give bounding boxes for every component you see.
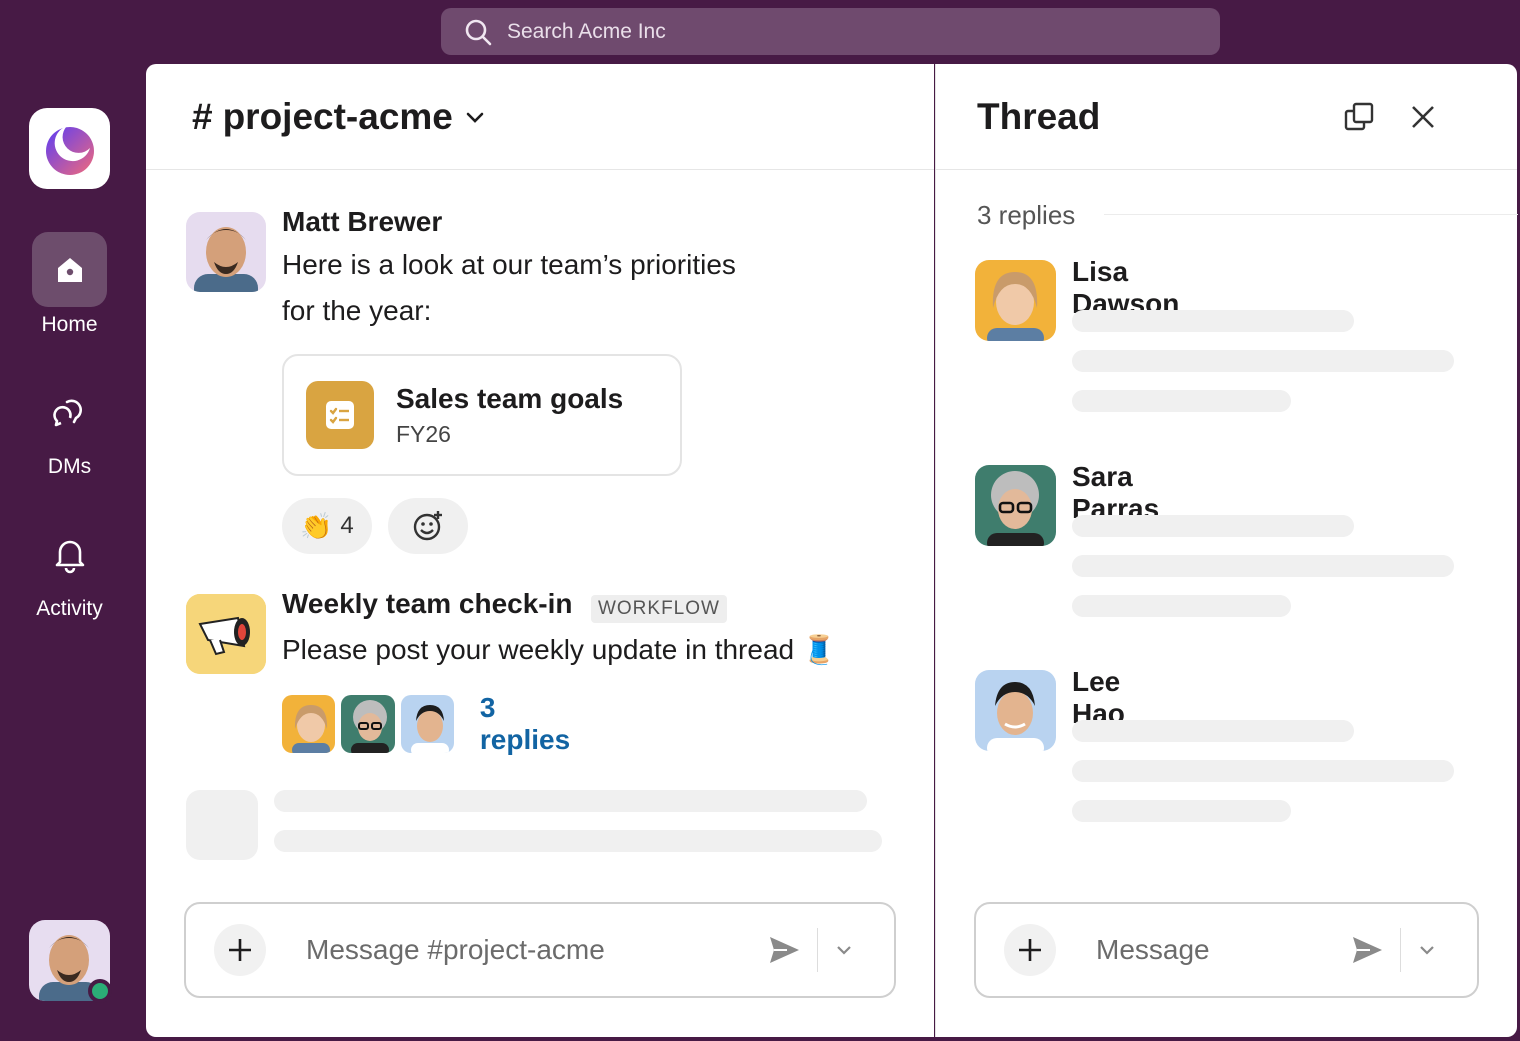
- current-user-avatar[interactable]: [29, 920, 112, 1012]
- skeleton-line: [1072, 310, 1354, 332]
- reactions: 👏 4: [282, 498, 468, 554]
- avatar-image: [186, 212, 266, 292]
- skeleton-line: [274, 790, 867, 812]
- thread-header: Thread: [936, 64, 1517, 170]
- rail-item-activity[interactable]: Activity: [0, 516, 139, 621]
- message-author[interactable]: Matt Brewer: [282, 206, 802, 238]
- avatar: [282, 695, 336, 753]
- add-attachment-button[interactable]: [1004, 924, 1056, 976]
- composer-placeholder: Message: [1096, 934, 1210, 965]
- skeleton-line: [1072, 720, 1354, 742]
- add-attachment-button[interactable]: [214, 924, 266, 976]
- workspace-logo-icon: [45, 125, 94, 175]
- card-subtitle: FY26: [396, 420, 451, 447]
- composer-placeholder: Message #project-acme: [306, 934, 605, 965]
- skeleton-line: [1072, 350, 1454, 372]
- plus-icon: [229, 939, 251, 961]
- channel-name: project-acme: [222, 95, 453, 137]
- card-title: Sales team goals: [396, 382, 624, 414]
- replies-link[interactable]: 3 replies: [480, 692, 584, 756]
- left-rail: Home DMs Activity: [0, 64, 145, 1041]
- thread-composer[interactable]: Message: [974, 902, 1479, 998]
- search-placeholder: Search Acme Inc: [507, 19, 666, 43]
- channel-hash: #: [192, 95, 213, 137]
- send-controls: [1350, 928, 1437, 972]
- dms-tile: [32, 374, 107, 449]
- reply-facepile[interactable]: 3 replies: [282, 692, 584, 756]
- message-body: Weekly team check-in WORKFLOW Please pos…: [282, 588, 902, 673]
- attachment-card[interactable]: Sales team goals FY26: [282, 354, 682, 476]
- message-text-line2: for the year:: [282, 295, 432, 326]
- search-bar[interactable]: Search Acme Inc: [441, 8, 1220, 55]
- avatar: [400, 695, 454, 753]
- avatar[interactable]: [186, 212, 266, 292]
- chevron-down-icon[interactable]: [1417, 940, 1437, 960]
- thread-actions: [1343, 101, 1437, 133]
- avatar[interactable]: [975, 670, 1056, 751]
- rail-label-home: Home: [41, 313, 98, 336]
- activity-tile: [32, 516, 107, 591]
- open-in-window-icon[interactable]: [1343, 101, 1375, 133]
- clap-emoji: 👏: [300, 510, 333, 541]
- chevron-down-icon[interactable]: [834, 940, 854, 960]
- avatar[interactable]: [975, 465, 1056, 546]
- message-body: Matt Brewer Here is a look at our team’s…: [282, 206, 802, 334]
- dms-icon: [52, 399, 82, 426]
- add-emoji-icon: [413, 511, 442, 541]
- send-controls: [767, 928, 854, 972]
- send-icon[interactable]: [767, 933, 801, 967]
- send-icon[interactable]: [1350, 933, 1384, 967]
- reply-count: 3 replies: [977, 200, 1076, 230]
- workspace-logo[interactable]: [29, 108, 110, 189]
- megaphone-icon: [186, 594, 266, 674]
- thread-panel: Thread 3 replies Lisa Dawson Sara Parras…: [935, 64, 1518, 1037]
- divider: [1104, 214, 1518, 215]
- divider: [817, 928, 818, 972]
- add-reaction-button[interactable]: [387, 498, 468, 554]
- home-icon: [57, 257, 82, 282]
- reaction-clap[interactable]: 👏 4: [282, 498, 372, 554]
- message-composer[interactable]: Message #project-acme: [184, 902, 896, 998]
- divider: [1400, 928, 1401, 972]
- avatar[interactable]: [975, 260, 1056, 341]
- workflow-avatar[interactable]: [186, 594, 266, 674]
- skeleton-line: [1072, 390, 1291, 412]
- bell-icon: [55, 540, 84, 573]
- avatar: [341, 695, 395, 753]
- plus-icon: [1019, 939, 1041, 961]
- rail-label-dms: DMs: [47, 455, 92, 478]
- message-author[interactable]: Weekly team check-in: [282, 588, 573, 619]
- rail-item-home[interactable]: Home: [0, 232, 139, 337]
- search-icon: [465, 19, 492, 45]
- chevron-down-icon: [466, 112, 484, 123]
- skeleton-line: [1072, 555, 1454, 577]
- rail-label-activity: Activity: [36, 597, 103, 620]
- skeleton-avatar: [186, 790, 258, 860]
- close-icon[interactable]: [1409, 103, 1437, 131]
- workflow-tag: WORKFLOW: [590, 594, 727, 623]
- home-tile: [32, 232, 107, 307]
- message-text: Please post your weekly update in thread…: [282, 633, 837, 665]
- rail-item-dms[interactable]: DMs: [0, 374, 139, 479]
- checklist-icon: [306, 381, 374, 449]
- channel-panel: # project-acme Matt Brewer Here is a loo…: [146, 64, 934, 1037]
- message-text-line1: Here is a look at our team’s priorities: [282, 249, 736, 280]
- skeleton-line: [1072, 595, 1291, 617]
- skeleton-line: [274, 830, 882, 852]
- channel-title[interactable]: # project-acme: [192, 96, 487, 138]
- thread-title: Thread: [977, 95, 1101, 137]
- skeleton-line: [1072, 760, 1454, 782]
- presence-dot: [88, 979, 112, 1003]
- skeleton-line: [1072, 515, 1354, 537]
- channel-header: # project-acme: [146, 64, 934, 170]
- skeleton-line: [1072, 800, 1291, 822]
- reaction-count: 4: [340, 512, 354, 539]
